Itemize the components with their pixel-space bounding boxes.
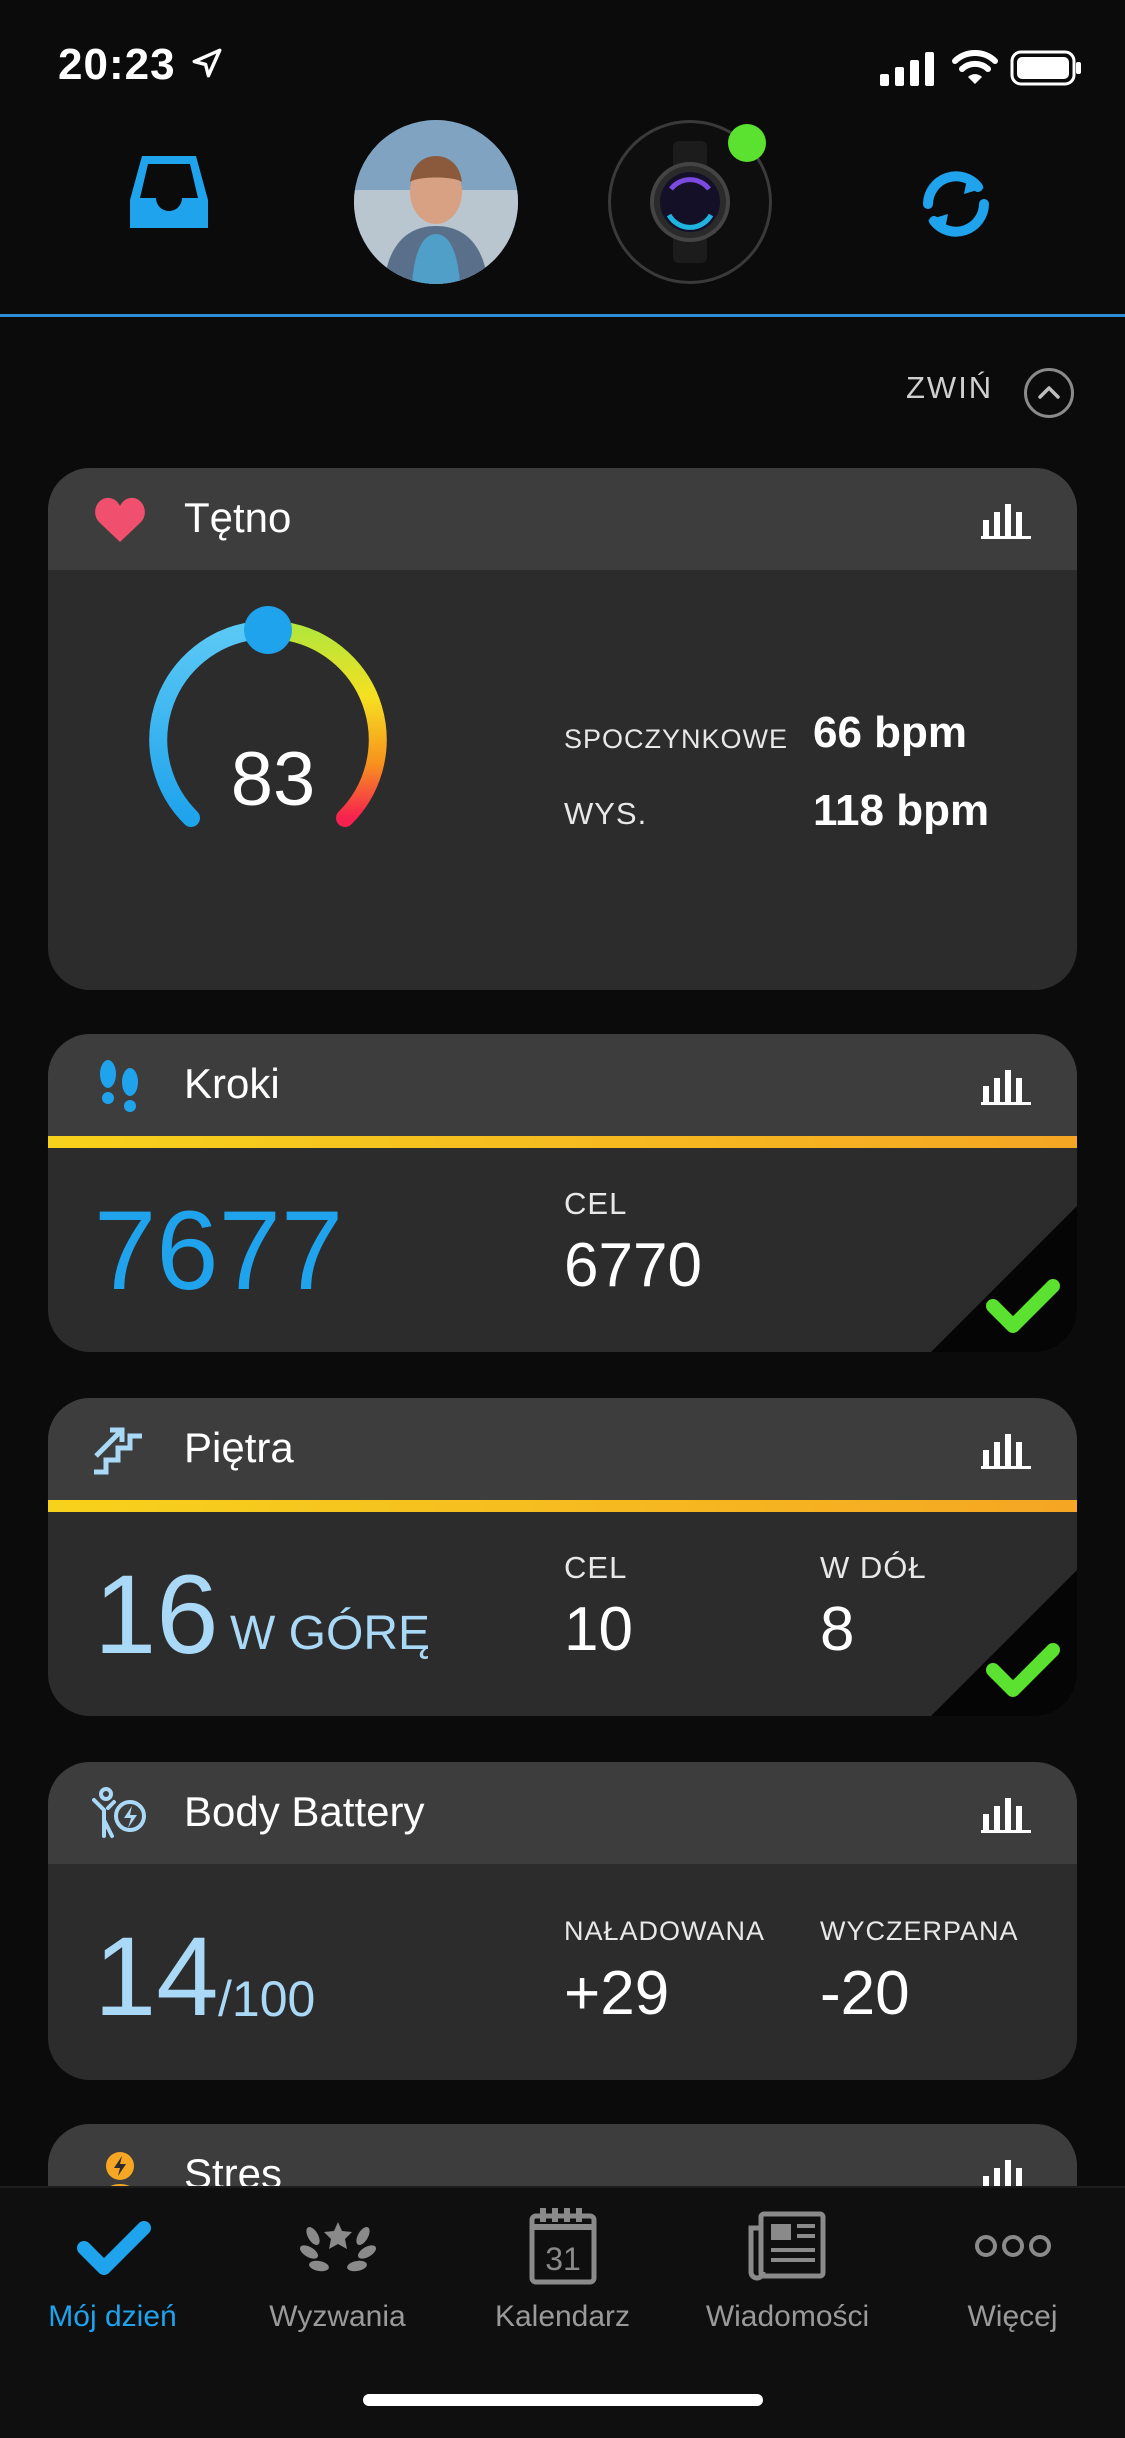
stairs-icon <box>94 1427 142 1475</box>
body-battery-icon <box>92 1787 146 1838</box>
tab-my-day[interactable]: Mój dzień <box>0 2206 225 2334</box>
tab-news[interactable]: Wiadomości <box>675 2206 900 2334</box>
steps-goal-label: CEL <box>564 1186 628 1221</box>
tab-label: Mój dzień <box>48 2300 177 2333</box>
card-header: Tętno <box>48 468 1077 570</box>
floors-card[interactable]: Piętra 16 W GÓRĘ CEL 10 W DÓŁ 8 <box>48 1398 1077 1716</box>
location-arrow-icon <box>192 48 222 78</box>
card-header: Body Battery <box>48 1762 1077 1864</box>
charged-label: NAŁADOWANA <box>564 1916 766 1946</box>
floors-down-label: W DÓŁ <box>820 1550 927 1585</box>
tab-label: Więcej <box>967 2300 1058 2333</box>
body-battery-max: /100 <box>218 1971 316 2027</box>
goal-reached-check-icon <box>931 1570 1077 1716</box>
heart-rate-card[interactable]: Tętno 83 SPOCZYNKOWE 66 bpm WYS. 118 bpm <box>48 468 1077 990</box>
floors-up-label: W GÓRĘ <box>230 1607 430 1660</box>
tab-label: Wiadomości <box>705 2300 870 2333</box>
check-icon <box>76 2221 151 2275</box>
chart-icon[interactable] <box>981 1428 1031 1470</box>
footprints-icon <box>100 1060 138 1112</box>
card-header: Kroki <box>48 1034 1077 1136</box>
drained-value: -20 <box>820 1959 910 2028</box>
high-label: WYS. <box>564 796 648 831</box>
steps-card[interactable]: Kroki 7677 CEL 6770 <box>48 1034 1077 1352</box>
resting-value: 66 bpm <box>813 708 968 757</box>
tab-calendar[interactable]: 31 Kalendarz <box>450 2206 675 2334</box>
goal-reached-check-icon <box>931 1206 1077 1352</box>
sync-icon[interactable] <box>912 160 1000 248</box>
chart-icon[interactable] <box>981 498 1031 540</box>
card-title: Piętra <box>184 1424 294 1471</box>
steps-value: 7677 <box>94 1188 344 1313</box>
tab-more[interactable]: Więcej <box>900 2206 1125 2334</box>
floors-up-value: 16 <box>94 1552 219 1677</box>
steps-progress-bar <box>48 1136 1077 1148</box>
collapse-label[interactable]: ZWIŃ <box>906 370 993 406</box>
device-connected-dot <box>728 124 766 162</box>
resting-label: SPOCZYNKOWE <box>564 724 789 754</box>
card-title: Body Battery <box>184 1788 425 1835</box>
card-title: Tętno <box>184 494 292 541</box>
floors-progress-bar <box>48 1500 1077 1512</box>
laurel-icon <box>299 2222 376 2272</box>
high-value: 118 bpm <box>813 786 990 835</box>
cellular-signal-icon <box>880 52 934 86</box>
avatar-photo <box>354 120 518 284</box>
news-icon <box>748 2211 825 2281</box>
more-icon <box>974 2235 1051 2257</box>
charged-value: +29 <box>564 1959 670 2028</box>
drained-label: WYCZERPANA <box>820 1916 1019 1946</box>
floors-down-value: 8 <box>820 1595 855 1664</box>
heart-rate-current: 83 <box>230 737 316 822</box>
card-header: Piętra <box>48 1398 1077 1500</box>
gauge-marker <box>244 606 292 654</box>
header-divider <box>0 314 1125 317</box>
user-avatar[interactable] <box>354 120 518 284</box>
tab-label: Kalendarz <box>494 2300 631 2333</box>
card-title: Kroki <box>184 1060 280 1107</box>
calendar-icon: 31 <box>529 2208 596 2285</box>
chevron-up-icon <box>1038 386 1060 399</box>
heart-icon <box>95 497 145 542</box>
floors-goal-value: 10 <box>564 1595 633 1664</box>
steps-goal-value: 6770 <box>564 1231 702 1300</box>
chart-icon[interactable] <box>981 1064 1031 1106</box>
chart-icon[interactable] <box>981 1792 1031 1834</box>
collapse-button[interactable] <box>1024 368 1074 418</box>
body-battery-value: 14 <box>94 1914 219 2039</box>
status-time: 20:23 <box>58 40 176 89</box>
floors-goal-label: CEL <box>564 1550 628 1585</box>
tab-label: Wyzwania <box>269 2300 406 2333</box>
inbox-icon[interactable] <box>128 150 210 232</box>
home-indicator[interactable] <box>363 2394 763 2406</box>
calendar-day: 31 <box>545 2241 581 2277</box>
tab-challenges[interactable]: Wyzwania <box>225 2206 450 2334</box>
wifi-icon <box>952 50 998 84</box>
body-battery-card[interactable]: Body Battery 14 /100 NAŁADOWANA +29 WYCZ… <box>48 1762 1077 2080</box>
battery-icon <box>1010 50 1081 86</box>
